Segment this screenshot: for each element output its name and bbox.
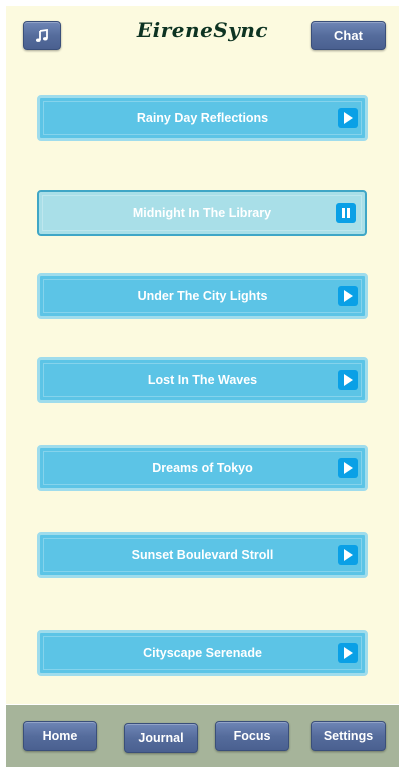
track-item[interactable]: Lost In The Waves bbox=[37, 357, 368, 403]
track-title: Cityscape Serenade bbox=[143, 646, 262, 660]
nav-settings-button[interactable]: Settings bbox=[311, 721, 386, 751]
play-icon[interactable] bbox=[338, 643, 358, 663]
nav-focus-button[interactable]: Focus bbox=[215, 721, 289, 751]
track-title: Lost In The Waves bbox=[147, 373, 258, 387]
track-title: Rainy Day Reflections bbox=[136, 111, 269, 125]
track-item[interactable]: Rainy Day Reflections bbox=[37, 95, 368, 141]
track-item[interactable]: Sunset Boulevard Stroll bbox=[37, 532, 368, 578]
main-panel: EireneSync Chat Rainy Day Reflections Mi… bbox=[6, 6, 399, 704]
app-root: EireneSync Chat Rainy Day Reflections Mi… bbox=[0, 0, 405, 771]
bottom-nav: Home Journal Focus Settings bbox=[6, 705, 399, 767]
track-title: Midnight In The Library bbox=[132, 206, 272, 220]
play-icon[interactable] bbox=[338, 458, 358, 478]
play-icon[interactable] bbox=[338, 545, 358, 565]
track-title: Under The City Lights bbox=[137, 289, 268, 303]
play-icon[interactable] bbox=[338, 286, 358, 306]
track-item[interactable]: Under The City Lights bbox=[37, 273, 368, 319]
chat-button[interactable]: Chat bbox=[311, 21, 386, 50]
track-title: Sunset Boulevard Stroll bbox=[131, 548, 274, 562]
track-item[interactable]: Cityscape Serenade bbox=[37, 630, 368, 676]
pause-icon[interactable] bbox=[336, 203, 356, 223]
nav-journal-button[interactable]: Journal bbox=[124, 723, 198, 753]
play-icon[interactable] bbox=[338, 370, 358, 390]
track-item[interactable]: Dreams of Tokyo bbox=[37, 445, 368, 491]
nav-home-button[interactable]: Home bbox=[23, 721, 97, 751]
track-item-active[interactable]: Midnight In The Library bbox=[37, 190, 367, 236]
play-icon[interactable] bbox=[338, 108, 358, 128]
track-title: Dreams of Tokyo bbox=[152, 461, 253, 475]
